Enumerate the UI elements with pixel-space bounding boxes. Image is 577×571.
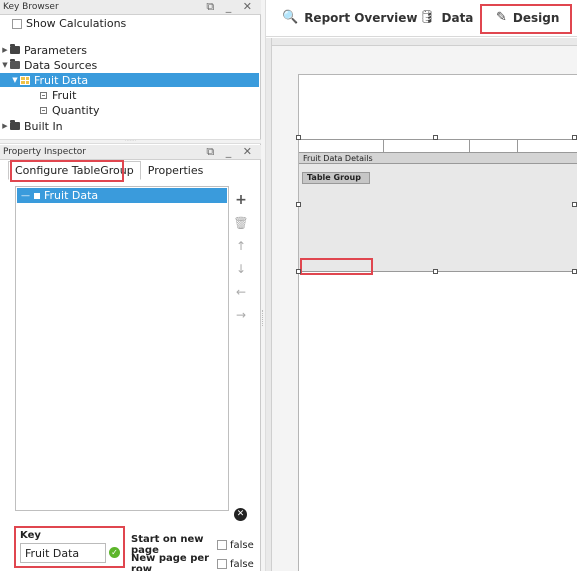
tab-configure-tablegroup[interactable]: Configure TableGroup xyxy=(8,161,141,180)
new-page-per-row-label: New page per row xyxy=(131,553,210,571)
resize-handle[interactable] xyxy=(296,269,301,274)
data-label: Data xyxy=(441,10,474,25)
tree-item-fruit-data[interactable]: ▼ Fruit Data xyxy=(0,73,259,87)
show-calculations-checkbox[interactable] xyxy=(12,18,22,29)
design-canvas[interactable]: Fruit Data Details Table Group xyxy=(266,38,577,571)
field-icon xyxy=(40,106,47,114)
check-icon: ✓ xyxy=(109,547,120,558)
tablegroup-list[interactable]: — Fruit Data xyxy=(15,186,229,511)
report-overview-icon: 🔍 xyxy=(282,10,299,25)
square-icon xyxy=(34,192,40,199)
new-page-per-row-value: false xyxy=(230,558,254,570)
show-calculations-row[interactable]: Show Calculations xyxy=(12,17,126,30)
remove-icon[interactable]: ✕ xyxy=(234,508,247,521)
table-group-label[interactable]: Table Group xyxy=(302,172,370,184)
tree-item-label: Data Sources xyxy=(24,58,98,72)
new-page-per-row-row: New page per row false xyxy=(131,553,254,571)
column-divider xyxy=(383,140,384,153)
ruler-left xyxy=(266,38,272,571)
column-divider xyxy=(469,140,470,153)
expand-down-icon[interactable]: ▼ xyxy=(10,76,20,84)
resize-handle[interactable] xyxy=(433,269,438,274)
new-page-per-row-checkbox[interactable] xyxy=(217,559,227,569)
tree-item-built-in[interactable]: ▶ Built In xyxy=(0,119,259,133)
list-item-label: Fruit Data xyxy=(44,189,99,202)
panel-controls[interactable]: ⧉ _ ✕ xyxy=(206,0,256,14)
tab-properties[interactable]: Properties xyxy=(141,161,211,180)
database-icon: 🛢 xyxy=(419,10,436,25)
resize-handle[interactable] xyxy=(572,269,577,274)
collapse-icon[interactable]: — xyxy=(21,191,30,201)
key-field[interactable]: Fruit Data xyxy=(20,543,106,563)
tree-item-quantity[interactable]: Quantity xyxy=(0,103,259,117)
key-browser-header: Key Browser ⧉ _ ✕ xyxy=(0,0,261,15)
details-row-label[interactable]: Fruit Data Details xyxy=(299,153,577,164)
design-button[interactable]: ✎ Design xyxy=(496,10,559,25)
tree-item-parameters[interactable]: ▶ Parameters xyxy=(0,43,259,57)
add-icon[interactable]: + xyxy=(233,192,249,208)
list-item-fruit-data[interactable]: — Fruit Data xyxy=(17,188,227,203)
field-icon xyxy=(40,91,47,99)
panel-divider[interactable]: ······· xyxy=(0,139,261,144)
move-up-icon[interactable]: ↑ xyxy=(233,238,249,254)
ruler-top xyxy=(266,38,577,46)
folder-icon xyxy=(10,44,20,54)
data-button[interactable]: 🛢 Data xyxy=(419,10,473,25)
expand-right-icon[interactable]: ▶ xyxy=(0,46,10,54)
move-left-icon[interactable]: ← xyxy=(233,284,249,300)
panel-controls[interactable]: ⧉ _ ✕ xyxy=(206,145,256,159)
trash-icon[interactable]: 🗑 xyxy=(233,215,249,231)
property-inspector-header: Property Inspector ⧉ _ ✕ xyxy=(0,145,261,160)
tree-item-label: Parameters xyxy=(24,43,87,57)
start-on-new-page-value: false xyxy=(230,539,254,551)
tree-item-data-sources[interactable]: ▼ Data Sources xyxy=(0,58,259,72)
table-header-row[interactable] xyxy=(299,139,577,153)
table-icon xyxy=(20,75,30,85)
left-panel: Key Browser ⧉ _ ✕ Show Calculations ▶ Pa… xyxy=(0,0,261,571)
tree-item-label: Quantity xyxy=(52,103,100,117)
tree-item-label: Fruit Data xyxy=(34,73,89,87)
key-browser-title: Key Browser xyxy=(3,2,59,12)
folder-open-icon xyxy=(10,59,20,69)
property-inspector-title: Property Inspector xyxy=(3,147,86,157)
folder-icon xyxy=(10,120,20,130)
report-overview-button[interactable]: 🔍 Report Overview xyxy=(282,10,417,25)
move-down-icon[interactable]: ↓ xyxy=(233,261,249,277)
resize-handle[interactable] xyxy=(433,135,438,140)
report-overview-label: Report Overview xyxy=(304,10,418,25)
design-edit-icon: ✎ xyxy=(496,10,507,25)
move-right-icon[interactable]: → xyxy=(233,307,249,323)
design-label: Design xyxy=(512,10,560,25)
tree-item-fruit[interactable]: Fruit xyxy=(0,88,259,102)
inspector-tabs: Configure TableGroup Properties xyxy=(8,161,210,180)
start-on-new-page-checkbox[interactable] xyxy=(217,540,227,550)
report-page[interactable]: Fruit Data Details Table Group xyxy=(296,74,577,571)
resize-handle[interactable] xyxy=(296,135,301,140)
designer-toolbar: 🔍 Report Overview 🛢 Data ✎ Design xyxy=(266,0,577,37)
tree-item-label: Built In xyxy=(24,119,63,133)
expand-down-icon[interactable]: ▼ xyxy=(0,61,10,69)
resize-handle[interactable] xyxy=(572,135,577,140)
expand-right-icon[interactable]: ▶ xyxy=(0,122,10,130)
show-calculations-label: Show Calculations xyxy=(26,17,127,30)
resize-handle[interactable] xyxy=(572,202,577,207)
resize-handle[interactable] xyxy=(296,202,301,207)
tree-item-label: Fruit xyxy=(52,88,77,102)
column-divider xyxy=(517,140,518,153)
key-label: Key xyxy=(20,530,41,541)
